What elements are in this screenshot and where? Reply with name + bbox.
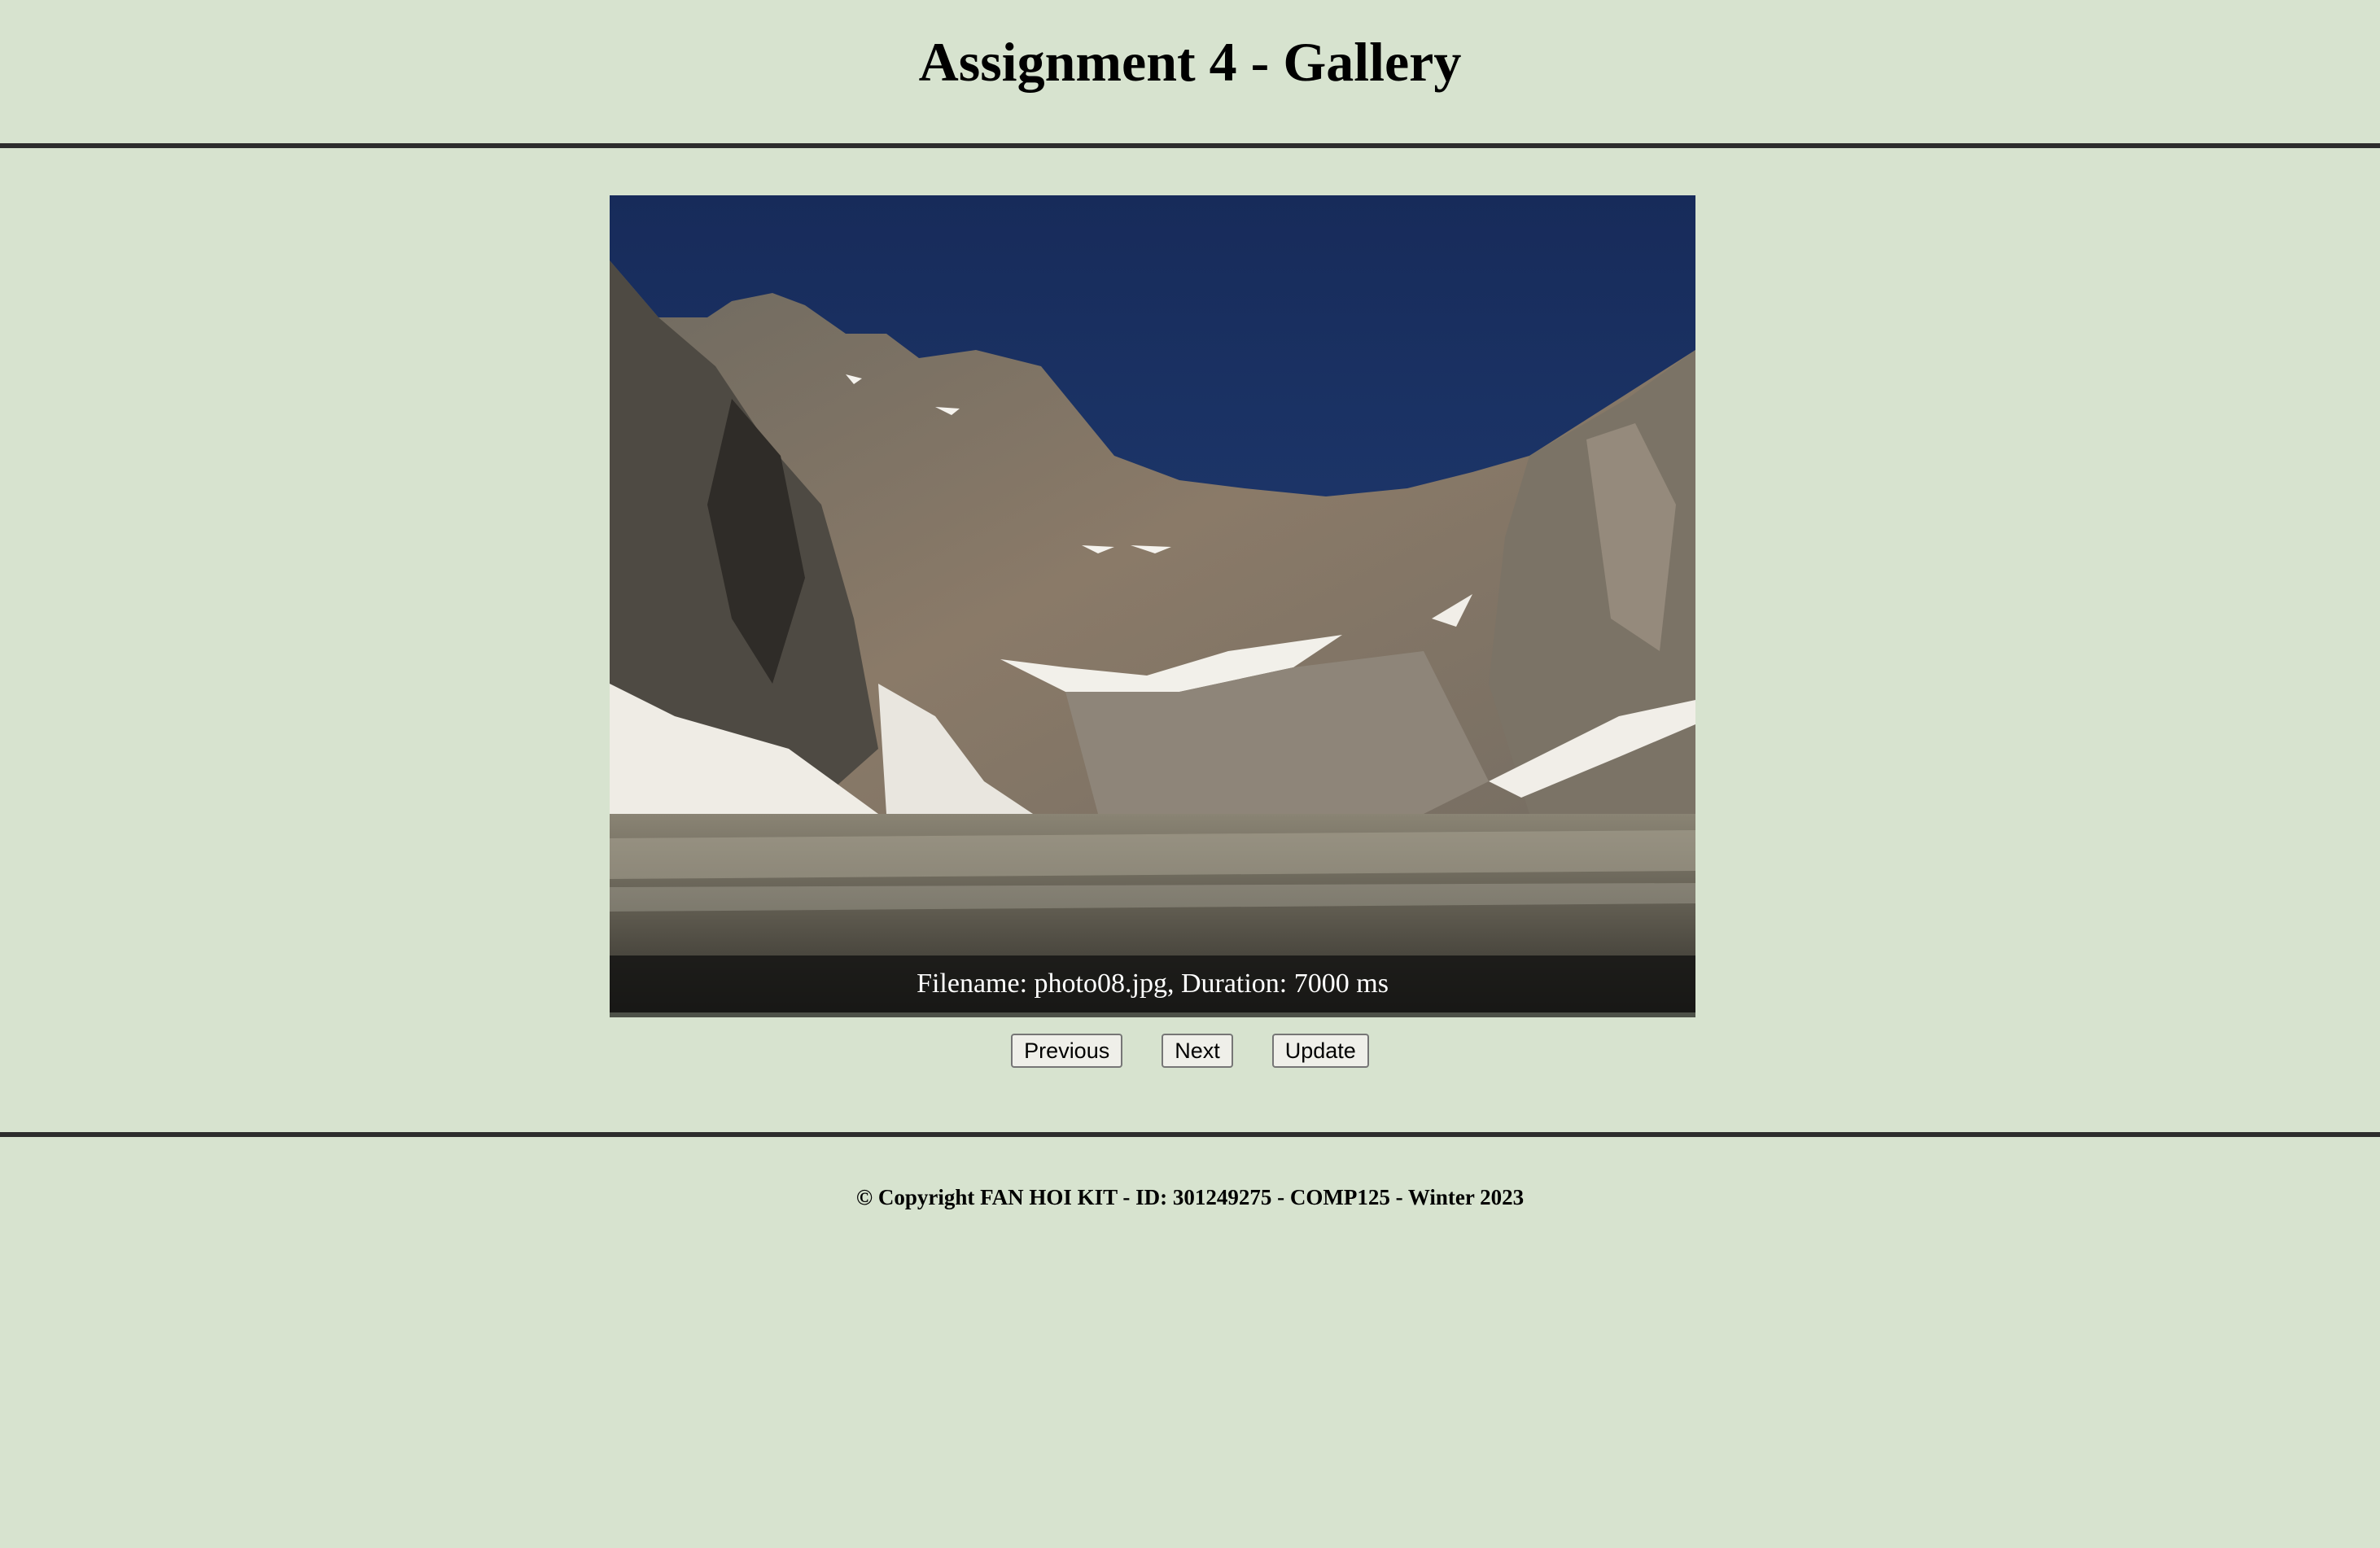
next-button[interactable]: Next bbox=[1162, 1034, 1233, 1068]
header-divider bbox=[0, 143, 2380, 148]
page-header: Assignment 4 - Gallery bbox=[0, 0, 2380, 143]
caption-bar: Filename: photo08.jpg, Duration: 7000 ms bbox=[610, 955, 1695, 1012]
gallery-photo bbox=[610, 195, 1695, 1017]
page-footer: © Copyright FAN HOI KIT - ID: 301249275 … bbox=[0, 1185, 2380, 1210]
gallery-viewer: Filename: photo08.jpg, Duration: 7000 ms bbox=[610, 195, 1695, 1017]
update-button[interactable]: Update bbox=[1271, 1034, 1369, 1068]
copyright-text: © Copyright FAN HOI KIT - ID: 301249275 … bbox=[855, 1185, 1525, 1209]
gallery-controls: Previous Next Update bbox=[0, 1034, 2380, 1069]
photo-caption: Filename: photo08.jpg, Duration: 7000 ms bbox=[917, 969, 1389, 999]
caption-border bbox=[610, 1012, 1695, 1017]
previous-button[interactable]: Previous bbox=[1011, 1034, 1123, 1068]
page-title: Assignment 4 - Gallery bbox=[918, 31, 1462, 93]
footer-divider bbox=[0, 1132, 2380, 1137]
